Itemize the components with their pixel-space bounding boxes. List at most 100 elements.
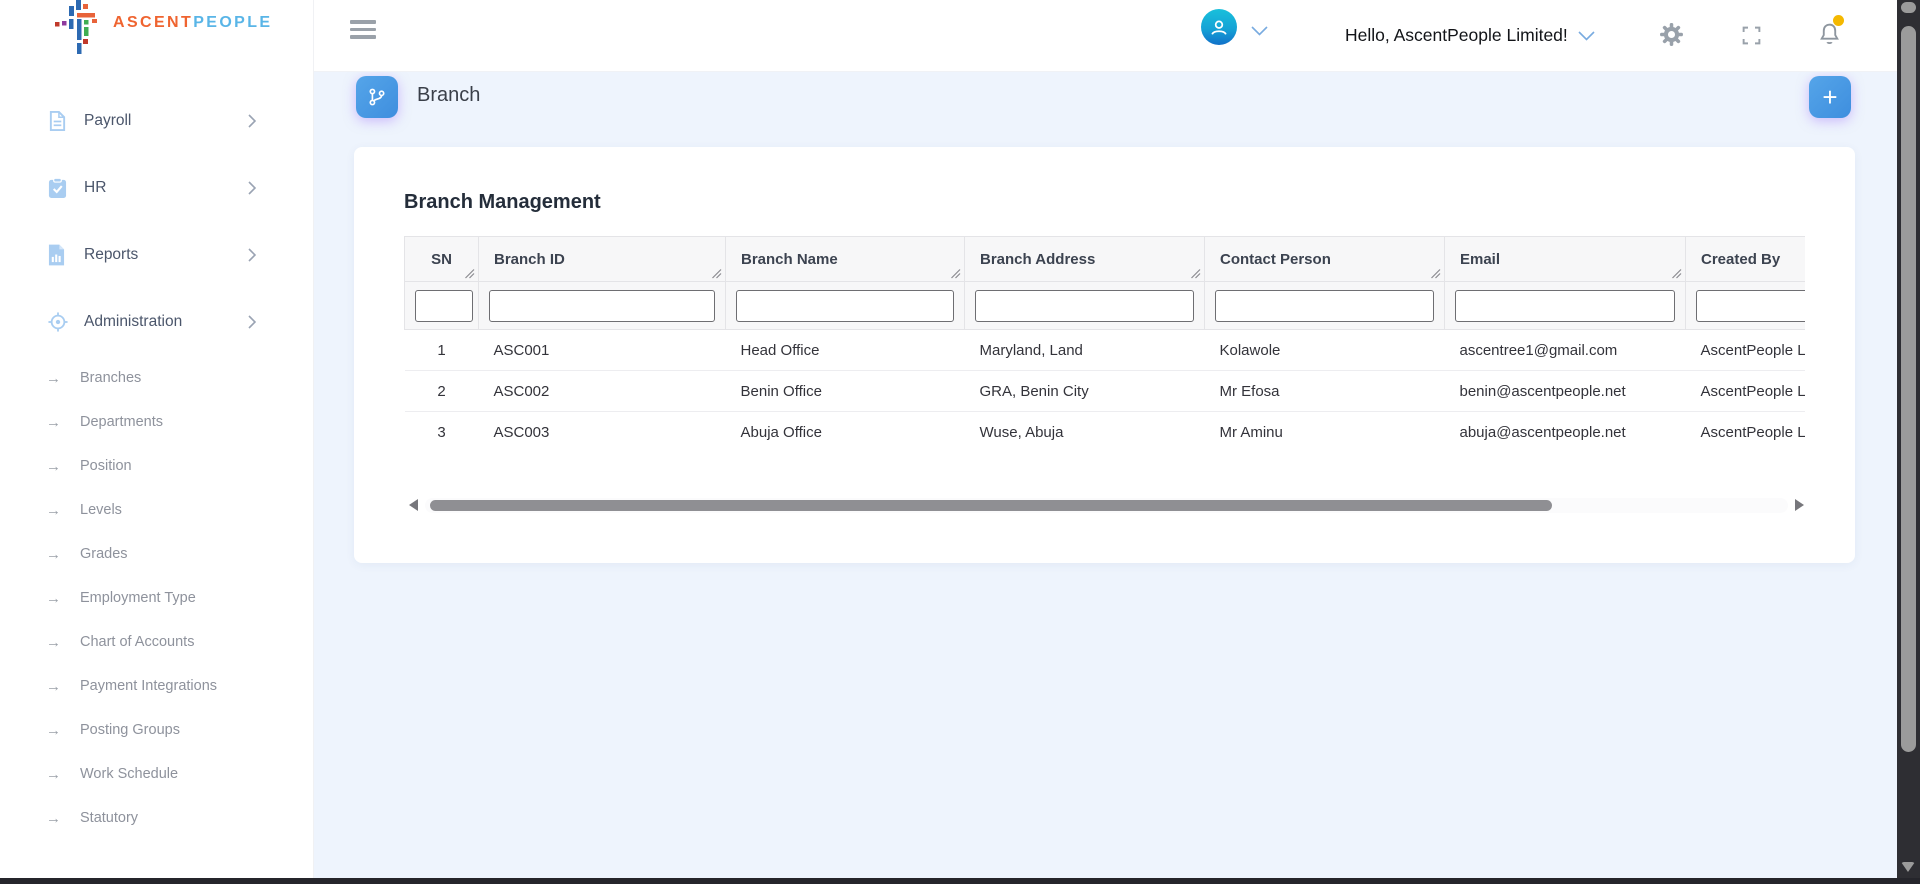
sidebar-item-label: HR	[84, 179, 106, 197]
scroll-left-icon[interactable]	[409, 499, 418, 511]
plus-icon: +	[1822, 84, 1837, 110]
cell-sn: 3	[405, 412, 479, 449]
hr-clipboard-icon	[48, 177, 72, 199]
column-resize-handle[interactable]	[1671, 268, 1682, 279]
filter-input-branch-address[interactable]	[975, 290, 1194, 322]
cell-email: benin@ascentpeople.net	[1445, 371, 1686, 412]
page-title: Branch	[417, 84, 480, 107]
column-header-branch-name: Branch Name	[726, 237, 965, 282]
cell-contact-person: Mr Efosa	[1205, 371, 1445, 412]
sidebar-subitem-posting-groups[interactable]: →Posting Groups	[0, 708, 313, 752]
branch-page-icon	[356, 76, 398, 118]
sidebar-item-hr[interactable]: HR	[0, 168, 313, 208]
column-resize-handle[interactable]	[1430, 268, 1441, 279]
sidebar-subitem-payment-integrations[interactable]: →Payment Integrations	[0, 664, 313, 708]
chevron-right-icon	[248, 315, 256, 334]
sidebar-item-label: Payroll	[84, 112, 131, 130]
filter-input-branch-id[interactable]	[489, 290, 715, 322]
cell-contact-person: Kolawole	[1205, 330, 1445, 371]
column-resize-handle[interactable]	[464, 268, 475, 279]
sidebar-subitem-levels[interactable]: →Levels	[0, 488, 313, 532]
column-header-sn: SN	[405, 237, 479, 282]
chevron-right-icon	[248, 248, 256, 267]
arrow-right-icon: →	[46, 590, 68, 607]
branch-management-card: Branch Management SN Branch ID Branch Na…	[354, 147, 1855, 563]
logo-text: ASCENTPEOPLE	[113, 14, 273, 32]
sidebar-subitem-employment-type[interactable]: →Employment Type	[0, 576, 313, 620]
hamburger-menu-icon[interactable]	[350, 20, 376, 43]
vertical-scrollbar-thumb[interactable]	[1901, 26, 1916, 752]
add-branch-button[interactable]: +	[1809, 76, 1851, 118]
cell-branch-name: Benin Office	[726, 371, 965, 412]
avatar[interactable]	[1201, 9, 1237, 45]
cell-branch-id: ASC003	[479, 412, 726, 449]
arrow-right-icon: →	[46, 414, 68, 431]
cell-branch-id: ASC001	[479, 330, 726, 371]
sidebar-item-reports[interactable]: Reports	[0, 235, 313, 275]
scroll-right-icon[interactable]	[1795, 499, 1804, 511]
sidebar-subitem-position[interactable]: →Position	[0, 444, 313, 488]
bottom-bar	[0, 878, 1920, 884]
cell-branch-name: Abuja Office	[726, 412, 965, 449]
notification-bell-icon[interactable]	[1817, 21, 1842, 52]
chevron-right-icon	[248, 181, 256, 200]
filter-input-sn[interactable]	[415, 290, 473, 322]
sidebar-subitem-departments[interactable]: →Departments	[0, 400, 313, 444]
horizontal-scrollbar	[409, 497, 1804, 514]
sidebar-item-payroll[interactable]: Payroll	[0, 101, 313, 141]
sidebar-subitem-grades[interactable]: →Grades	[0, 532, 313, 576]
sidebar-subitem-work-schedule[interactable]: →Work Schedule	[0, 752, 313, 796]
app-logo: ASCENTPEOPLE	[55, 0, 255, 56]
filter-input-contact-person[interactable]	[1215, 290, 1434, 322]
arrow-right-icon: →	[46, 458, 68, 475]
table-filter-row	[405, 282, 1806, 330]
settings-gear-icon[interactable]	[1659, 22, 1684, 52]
column-resize-handle[interactable]	[1190, 268, 1201, 279]
filter-input-email[interactable]	[1455, 290, 1675, 322]
payroll-file-icon	[48, 110, 72, 132]
administration-target-icon	[48, 312, 72, 332]
sidebar-nav: Payroll HR Reports Administration	[0, 101, 313, 369]
account-menu[interactable]: Hello, AscentPeople Limited!	[1345, 0, 1595, 71]
table-row[interactable]: 1 ASC001 Head Office Maryland, Land Kola…	[405, 330, 1806, 371]
cell-branch-address: Wuse, Abuja	[965, 412, 1205, 449]
fullscreen-icon[interactable]	[1741, 25, 1762, 51]
arrow-right-icon: →	[46, 370, 68, 387]
sidebar-subitem-chart-of-accounts[interactable]: →Chart of Accounts	[0, 620, 313, 664]
filter-input-branch-name[interactable]	[736, 290, 954, 322]
cell-branch-id: ASC002	[479, 371, 726, 412]
main-content: Branch + Branch Management SN Branch ID …	[313, 71, 1897, 878]
column-resize-handle[interactable]	[711, 268, 722, 279]
column-header-email: Email	[1445, 237, 1686, 282]
sidebar-subitem-statutory[interactable]: →Statutory	[0, 796, 313, 840]
vertical-scrollbar[interactable]	[1897, 0, 1920, 884]
logo-mark-icon	[55, 0, 97, 54]
topbar: Hello, AscentPeople Limited!	[313, 0, 1897, 72]
column-resize-handle[interactable]	[950, 268, 961, 279]
arrow-right-icon: →	[46, 546, 68, 563]
scrollbar-thumb[interactable]	[430, 500, 1552, 511]
avatar-chevron-down-icon[interactable]	[1251, 23, 1268, 41]
sidebar-subitem-branches[interactable]: →Branches	[0, 356, 313, 400]
table-header-row: SN Branch ID Branch Name Branch Address …	[405, 237, 1806, 282]
column-header-branch-id: Branch ID	[479, 237, 726, 282]
cell-created-by: AscentPeople Limited	[1686, 371, 1806, 412]
scrollbar-up-button[interactable]	[1901, 2, 1916, 13]
sidebar-item-administration[interactable]: Administration	[0, 302, 313, 342]
column-header-created-by: Created By	[1686, 237, 1806, 282]
table-row[interactable]: 2 ASC002 Benin Office GRA, Benin City Mr…	[405, 371, 1806, 412]
scroll-down-icon[interactable]	[1901, 862, 1915, 872]
filter-input-created-by[interactable]	[1696, 290, 1805, 322]
greeting-text: Hello, AscentPeople Limited!	[1345, 25, 1568, 46]
cell-email: ascentree1@gmail.com	[1445, 330, 1686, 371]
sidebar: ASCENTPEOPLE Payroll HR Reports	[0, 0, 314, 878]
table-row[interactable]: 3 ASC003 Abuja Office Wuse, Abuja Mr Ami…	[405, 412, 1806, 449]
sidebar-subnav: →Branches →Departments →Position →Levels…	[0, 356, 313, 840]
arrow-right-icon: →	[46, 678, 68, 695]
cell-sn: 2	[405, 371, 479, 412]
cell-contact-person: Mr Aminu	[1205, 412, 1445, 449]
branch-table: SN Branch ID Branch Name Branch Address …	[404, 236, 1805, 448]
notification-dot	[1833, 15, 1844, 26]
sidebar-item-label: Reports	[84, 246, 138, 264]
user-icon	[1208, 16, 1230, 38]
